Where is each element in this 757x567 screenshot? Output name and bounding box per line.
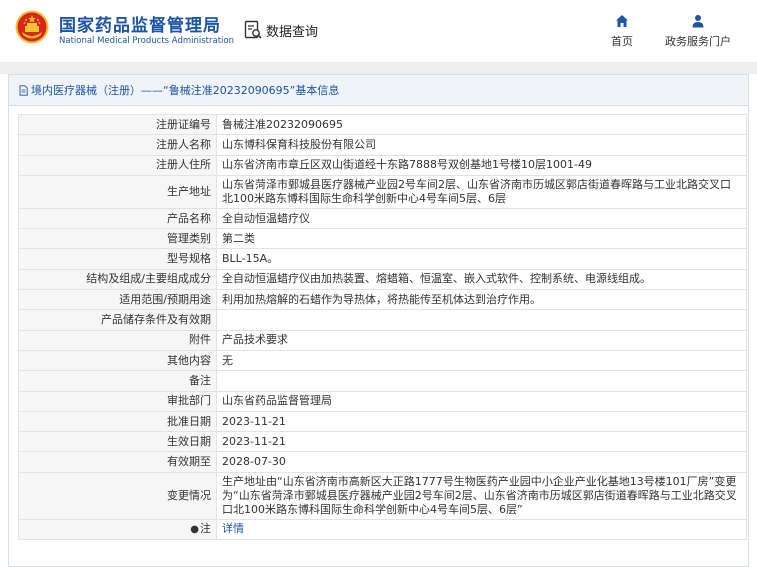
detail-label: 其他内容 [18,349,217,372]
detail-value: 山东博科保育科技股份有限公司 [216,134,747,156]
nav-home[interactable]: 首页 [603,14,641,49]
detail-value: 全自动恒温蜡疗仪 [216,207,747,230]
details-link[interactable]: 详情 [222,522,244,535]
breadcrumb: 境内医疗器械（注册）——“鲁械注准20232090695”基本信息 [8,74,749,105]
detail-row-change-history: 变更情况 生产地址由“山东省济南市高新区大正路1777号生物医药产业园中小企业产… [18,471,747,520]
detail-value [216,309,747,331]
detail-row-registrant-address: 注册人住所 山东省济南市章丘区双山街道经十东路7888号双创基地1号楼10层10… [18,154,747,176]
detail-row-attachment: 附件 产品技术要求 [18,329,747,351]
detail-value: 详情 [216,518,747,541]
detail-value: 第二类 [216,228,747,250]
detail-label: 管理类别 [18,228,217,250]
national-emblem-icon[interactable] [15,10,49,44]
detail-value: 山东省菏泽市鄄城县医疗器械产业园2号车间2层、山东省济南市历城区郭店街道春晖路与… [216,174,747,209]
detail-row-production-address: 生产地址 山东省菏泽市鄄城县医疗器械产业园2号车间2层、山东省济南市历城区郭店街… [18,174,747,209]
detail-row-intended-use: 适用范围/预期用途 利用加热熔解的石蜡作为导热体，将热能传至机体达到治疗作用。 [18,289,747,311]
detail-label: 审批部门 [18,390,217,412]
detail-label: 适用范围/预期用途 [18,289,217,311]
device-detail-table: 注册证编号 鲁械注准20232090695 注册人名称 山东博科保育科技股份有限… [18,113,747,541]
nav-gov-services-label: 政务服务门户 [665,35,731,48]
detail-label: 注册人住所 [18,154,217,176]
header-separator [0,62,757,74]
detail-value: 全自动恒温蜡疗仪由加热装置、熔蜡箱、恒温室、嵌入式软件、控制系统、电源线组成。 [216,268,747,291]
detail-row-approval-dept: 审批部门 山东省药品监督管理局 [18,390,747,412]
detail-label: 变更情况 [18,471,217,520]
data-query-section[interactable]: 数据查询 [243,19,318,41]
pin-icon: ● [190,523,199,535]
detail-label: 型号规格 [18,248,217,270]
detail-label: 产品名称 [18,207,217,230]
detail-label: 有效期至 [18,451,217,473]
site-title[interactable]: 国家药品监督管理局 [59,11,221,36]
detail-row-effective-date: 生效日期 2023-11-21 [18,431,747,453]
detail-value: 产品技术要求 [216,329,747,351]
detail-value [216,370,747,392]
detail-label: 备注 [18,370,217,392]
site-header: 国家药品监督管理局 National Medical Products Admi… [0,0,757,62]
detail-panel: 注册证编号 鲁械注准20232090695 注册人名称 山东博科保育科技股份有限… [8,105,749,567]
detail-label: ●注 [18,518,217,541]
detail-value: 2028-07-30 [216,451,747,473]
detail-row-model-spec: 型号规格 BLL-15A。 [18,248,747,270]
detail-label: 生效日期 [18,431,217,453]
detail-value: 生产地址由“山东省济南市高新区大正路1777号生物医药产业园中小企业产业化基地1… [216,471,747,520]
detail-label: 注册证编号 [18,113,217,136]
detail-row-composition: 结构及组成/主要组成成分 全自动恒温蜡疗仪由加热装置、熔蜡箱、恒温室、嵌入式软件… [18,268,747,291]
detail-row-note: ●注 详情 [18,518,747,541]
detail-label: 批准日期 [18,410,217,433]
nav-gov-services[interactable]: 政务服务门户 [656,14,740,49]
detail-value: 利用加热熔解的石蜡作为导热体，将热能传至机体达到治疗作用。 [216,289,747,311]
detail-row-storage: 产品储存条件及有效期 [18,309,747,331]
detail-row-management-class: 管理类别 第二类 [18,228,747,250]
detail-value: BLL-15A。 [216,248,747,270]
detail-row-registration-number: 注册证编号 鲁械注准20232090695 [18,113,747,136]
detail-value: 山东省药品监督管理局 [216,390,747,412]
detail-row-approval-date: 批准日期 2023-11-21 [18,410,747,433]
detail-row-remarks: 备注 [18,370,747,392]
detail-value: 2023-11-21 [216,431,747,453]
detail-value: 山东省济南市章丘区双山街道经十东路7888号双创基地1号楼10层1001-49 [216,154,747,176]
home-icon [616,15,628,27]
nav-home-label: 首页 [611,35,633,48]
search-document-icon [244,20,262,39]
detail-value: 无 [216,349,747,372]
detail-label: 附件 [18,329,217,351]
detail-value: 鲁械注准20232090695 [216,113,747,136]
document-icon [19,84,28,96]
detail-row-product-name: 产品名称 全自动恒温蜡疗仪 [18,207,747,230]
detail-row-other: 其他内容 无 [18,349,747,372]
detail-label: 生产地址 [18,174,217,209]
breadcrumb-text: 境内医疗器械（注册）——“鲁械注准20232090695”基本信息 [31,84,340,97]
site-subtitle-en: National Medical Products Administration [59,36,234,46]
detail-row-registrant-name: 注册人名称 山东博科保育科技股份有限公司 [18,134,747,156]
user-icon [692,15,704,28]
data-query-label: 数据查询 [266,24,319,40]
note-label: 注 [200,521,211,535]
detail-label: 结构及组成/主要组成成分 [18,268,217,291]
detail-value: 2023-11-21 [216,410,747,433]
detail-row-valid-until: 有效期至 2028-07-30 [18,451,747,473]
detail-label: 注册人名称 [18,134,217,156]
detail-label: 产品储存条件及有效期 [18,309,217,331]
